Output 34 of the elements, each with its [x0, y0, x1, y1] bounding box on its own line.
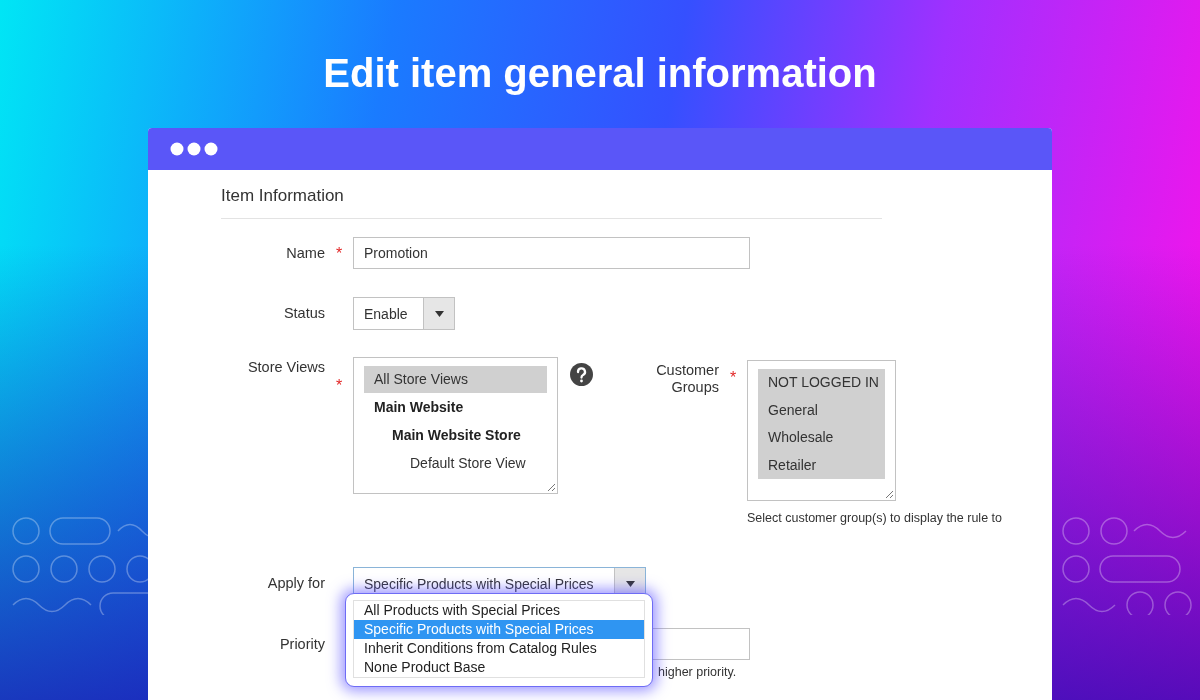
field-label: Status [282, 305, 325, 322]
field-label: Priority [278, 636, 325, 653]
required-asterisk: * [335, 244, 343, 262]
status-select[interactable]: Enable [353, 297, 455, 330]
customer-group-option[interactable]: NOT LOGGED IN [758, 369, 885, 397]
customer-groups-list[interactable]: NOT LOGGED IN General Wholesale Retailer [747, 360, 896, 501]
dropdown-option[interactable]: None Product Base [354, 658, 644, 677]
store-view-option[interactable]: Main Website Store [382, 422, 547, 449]
customer-group-option[interactable]: Wholesale [758, 424, 885, 452]
resize-grip-icon [885, 490, 893, 498]
store-view-option[interactable]: Main Website [364, 394, 547, 421]
dropdown-option[interactable]: All Products with Special Prices [354, 601, 644, 620]
caret-icon [434, 310, 444, 317]
field-hint: Select customer group(s) to display the rule to [747, 511, 1002, 525]
dropdown-option[interactable]: Inherit Conditions from Catalog Rules [354, 639, 644, 658]
window-dots-icon [170, 142, 218, 156]
field-label: Customer Groups [655, 362, 719, 396]
field-label: Store Views [246, 359, 325, 376]
customer-group-option[interactable]: Retailer [758, 451, 885, 479]
page-headline: Edit item general information [323, 50, 877, 96]
customer-group-option[interactable]: General [758, 396, 885, 424]
required-asterisk: * [335, 377, 343, 394]
resize-grip-icon [547, 483, 555, 491]
field-label: Name [285, 244, 325, 262]
required-asterisk: * [729, 369, 737, 386]
help-icon[interactable] [570, 363, 593, 386]
caret-icon [625, 580, 635, 587]
store-views-list[interactable]: All Store Views Main Website Main Website Store Default Store View [353, 357, 558, 494]
field-label: Apply for [266, 575, 325, 592]
store-view-option[interactable]: All Store Views [364, 366, 547, 393]
field-hint: higher priority. [658, 665, 738, 679]
section-title: Item Information [221, 185, 345, 207]
store-view-option[interactable]: Default Store View [400, 450, 547, 477]
name-input-field[interactable]: Promotion [353, 237, 750, 269]
